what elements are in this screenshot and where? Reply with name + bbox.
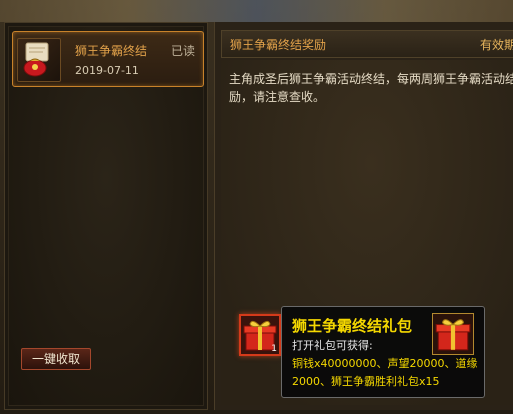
mail-list-area: 狮王争霸终结 已读 2019-07-11 一键收取: [8, 26, 204, 406]
tooltip-reward-line: 铜钱x40000000、声望20000、道缘: [292, 357, 478, 370]
mail-item-title: 狮王争霸终结: [75, 44, 148, 58]
mail-detail-header: 狮王争霸终结奖励 有效期: [221, 30, 513, 58]
background-scene-strip: [0, 0, 513, 22]
tooltip-desc-line: 打开礼包可获得:: [292, 339, 373, 352]
tooltip-reward-line: 2000、狮王争霸胜利礼包x15: [292, 375, 440, 388]
attachment-count: 1: [271, 344, 277, 354]
gift-box-icon: [432, 313, 474, 355]
mail-validity-label: 有效期: [480, 38, 513, 52]
mail-item-date: 2019-07-11: [75, 64, 139, 77]
mail-list-panel: 狮王争霸终结 已读 2019-07-11 一键收取: [4, 22, 208, 410]
item-tooltip: 狮王争霸终结礼包 打开礼包可获得: 铜钱x40000000、声望20000、道缘…: [281, 306, 485, 398]
mail-content-text: 主角成圣后狮王争霸活动终结，每两周狮王争霸活动结励，请注意查收。: [229, 72, 513, 104]
mail-window: 狮王争霸终结 已读 2019-07-11 一键收取 狮王争霸终结奖励 有效期 主…: [0, 0, 513, 414]
claim-all-button[interactable]: 一键收取: [21, 348, 91, 370]
scroll-redbag-icon: [17, 38, 61, 82]
tooltip-item-name: 狮王争霸终结礼包: [292, 317, 413, 335]
mail-item-status: 已读: [170, 44, 195, 58]
attachment-slot[interactable]: 1: [239, 314, 281, 356]
mail-detail-title: 狮王争霸终结奖励: [230, 38, 327, 52]
mail-list-item[interactable]: 狮王争霸终结 已读 2019-07-11: [12, 31, 204, 87]
